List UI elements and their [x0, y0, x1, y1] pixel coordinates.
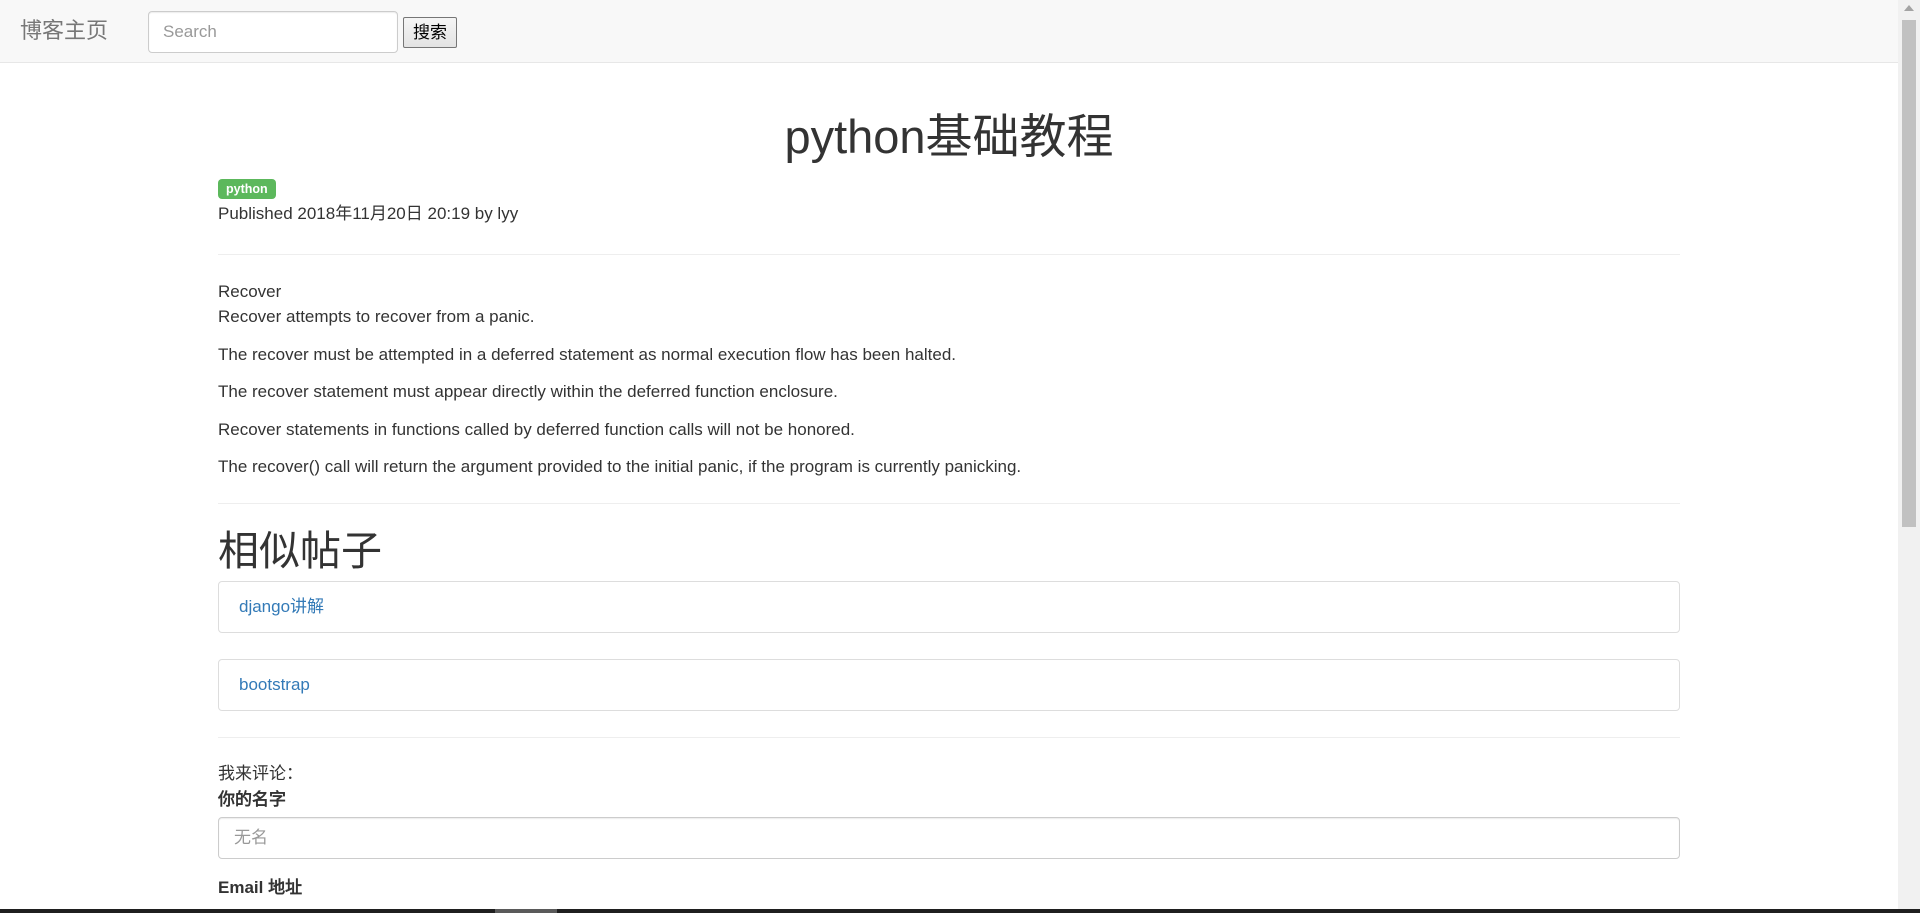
body-paragraph: The recover statement must appear direct… — [218, 382, 838, 401]
scroll-up-arrow-icon[interactable] — [1904, 5, 1914, 11]
divider — [218, 737, 1680, 738]
post-meta: Published 2018年11月20日 20:19 by lyy — [218, 204, 519, 223]
bottom-strip-segment — [495, 909, 557, 913]
top-navbar: 博客主页 搜索 — [0, 0, 1898, 63]
name-label: 你的名字 — [218, 790, 286, 809]
body-paragraph: Recover attempts to recover from a panic… — [218, 307, 535, 326]
page: 博客主页 搜索 python基础教程 python Published 2018… — [0, 0, 1898, 913]
comment-intro: 我来评论： — [218, 764, 303, 783]
name-input[interactable] — [218, 817, 1680, 859]
post-title: python基础教程 — [784, 110, 1114, 163]
similar-posts-heading: 相似帖子 — [218, 528, 382, 574]
scrollbar-thumb[interactable] — [1902, 20, 1916, 527]
similar-post-item: bootstrap — [218, 659, 1680, 711]
similar-post-link[interactable]: django讲解 — [239, 597, 324, 616]
body-paragraph: Recover statements in functions called b… — [218, 419, 855, 439]
main-content: python基础教程 python Published 2018年11月20日 … — [218, 63, 1680, 900]
similar-post-item: django讲解 — [218, 581, 1680, 633]
body-paragraph: The recover() call will return the argum… — [218, 457, 1022, 476]
search-input[interactable] — [148, 11, 398, 53]
blog-home-link[interactable]: 博客主页 — [20, 17, 108, 45]
search-button[interactable]: 搜索 — [403, 17, 457, 48]
body-heading: Recover — [218, 282, 282, 301]
tag-badge[interactable]: python — [218, 179, 276, 199]
bottom-strip — [0, 909, 1920, 913]
divider — [218, 503, 1680, 504]
post-body: Recover Recover attempts to recover from… — [218, 279, 1680, 479]
body-paragraph: The recover must be attempted in a defer… — [218, 344, 957, 364]
vertical-scrollbar[interactable] — [1898, 0, 1920, 913]
divider — [218, 254, 1680, 255]
similar-post-link[interactable]: bootstrap — [239, 675, 310, 694]
email-label: Email 地址 — [218, 878, 303, 897]
